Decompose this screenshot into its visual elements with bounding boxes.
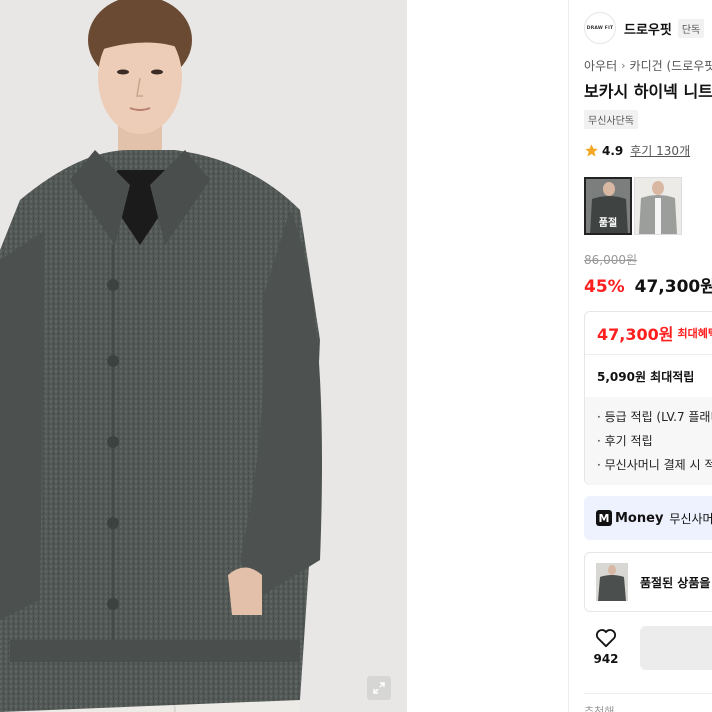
brand-logo[interactable]: DRAW FIT (584, 12, 616, 44)
discount-rate: 45% (584, 277, 625, 297)
restock-thumbnail (596, 563, 628, 601)
product-main-image (0, 0, 407, 712)
restock-alert-box[interactable]: 품절된 상품을 (584, 552, 712, 612)
sale-price-row: 45% 47,300원 (584, 272, 712, 297)
color-option-grey[interactable] (634, 177, 682, 235)
points-summary: 5,090원 최대적립 (597, 369, 695, 384)
original-price: 86,000원 (584, 253, 638, 267)
page-gutter (407, 0, 568, 712)
color-option-charcoal[interactable]: 품절 (584, 177, 632, 235)
like-count: 942 (593, 652, 619, 666)
model-wearing-cardigan-illustration (0, 0, 407, 712)
list-item: · 무신사머니 결제 시 적 (597, 458, 712, 472)
money-logo-icon: M (596, 510, 612, 526)
expand-image-button[interactable] (367, 676, 391, 700)
chevron-right-icon: › (621, 59, 626, 72)
musinsa-money-banner[interactable]: M Money 무신사머니 (584, 496, 712, 540)
rating-score: 4.9 (602, 143, 624, 158)
max-benefit-price: 47,300원 (597, 325, 674, 344)
max-benefit-row[interactable]: 47,300원 최대혜택 (585, 312, 712, 354)
exclusive-badge: 단독 (677, 18, 705, 38)
thumbnail-grey-image (635, 178, 681, 234)
money-wordmark: Money (615, 510, 664, 526)
bottom-section-label: 추천해 (584, 705, 615, 712)
purchase-button[interactable] (640, 626, 712, 670)
list-item: · 등급 적립 (LV.7 플래티 (597, 410, 712, 424)
list-item: · 후기 적립 (597, 434, 653, 448)
points-detail-list: · 등급 적립 (LV.7 플래티 · 후기 적립 · 무신사머니 결제 시 적 (585, 397, 712, 485)
money-text: 무신사머니 (669, 511, 712, 526)
like-button[interactable]: 942 (584, 628, 628, 666)
musinsa-exclusive-tag: 무신사단독 (584, 110, 638, 129)
breadcrumb-item-outer[interactable]: 아우터 (584, 57, 617, 74)
restock-text: 품절된 상품을 (640, 575, 711, 590)
breadcrumb: 아우터 › 카디건 (드로우핏 (584, 57, 712, 74)
divider (584, 693, 712, 694)
soldout-label: 품절 (598, 218, 618, 229)
restock-thumbnail-image (596, 563, 628, 601)
heart-icon (595, 629, 617, 648)
expand-icon (373, 682, 385, 694)
product-title: 보카시 하이넥 니트 (584, 82, 712, 101)
benefit-box: 47,300원 최대혜택 5,090원 최대적립 · 등급 적립 (LV.7 플… (584, 311, 712, 485)
breadcrumb-item-cardigan[interactable]: 카디건 (드로우핏 (630, 57, 712, 74)
product-info-panel: DRAW FIT 드로우핏 단독 아우터 › 카디건 (드로우핏 보카시 하이넥… (569, 0, 712, 712)
brand-row[interactable]: DRAW FIT 드로우핏 단독 (584, 12, 705, 44)
brand-name[interactable]: 드로우핏 (624, 19, 672, 38)
final-price: 47,300원 (634, 277, 712, 297)
reviews-link[interactable]: 후기 130개 (630, 142, 690, 159)
star-icon (585, 144, 598, 157)
rating-row: 4.9 후기 130개 (584, 142, 690, 159)
max-benefit-label: 최대혜택 (677, 327, 712, 340)
